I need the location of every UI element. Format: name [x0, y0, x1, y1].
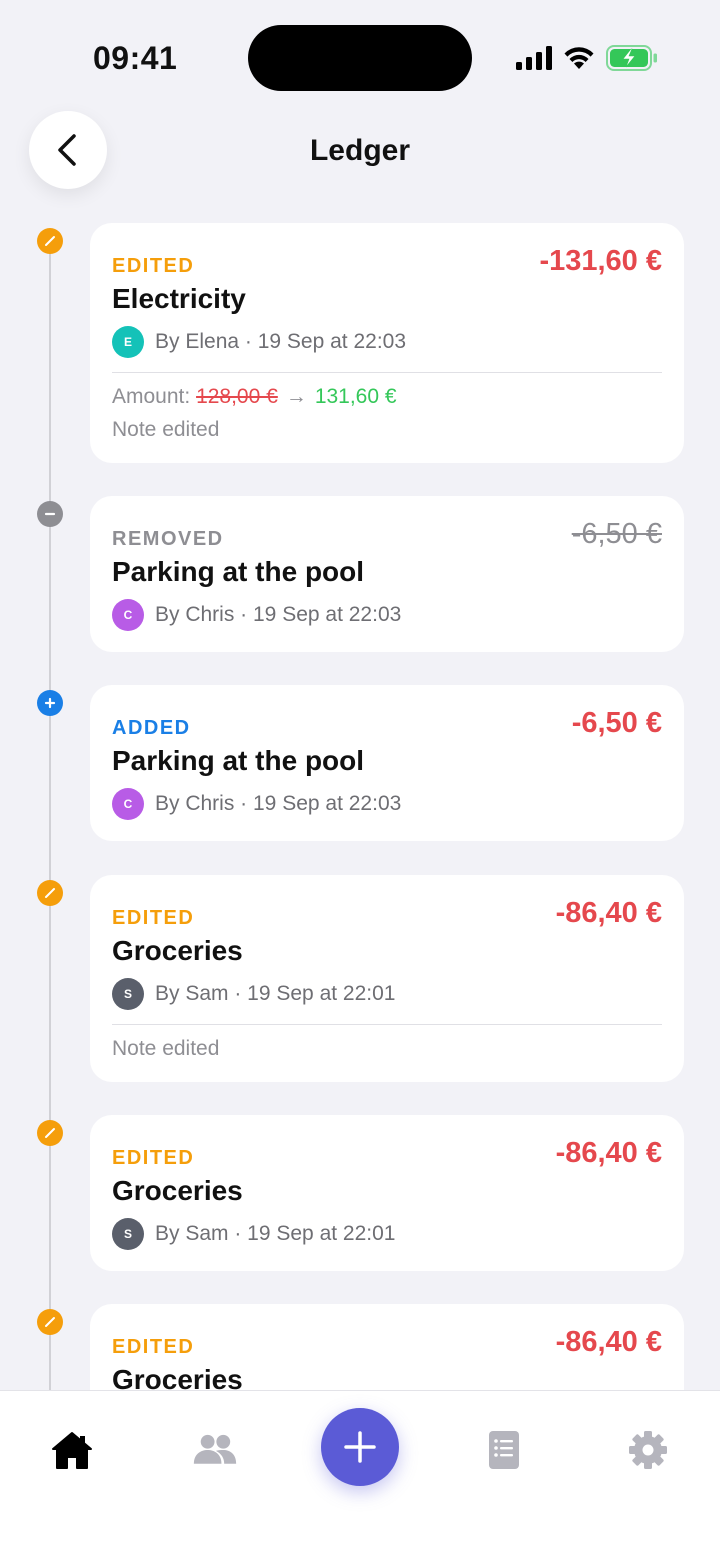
ledger-card[interactable]: EDITED -131,60 € Electricity E By Elena … — [90, 223, 684, 463]
entry-name: Groceries — [112, 1364, 243, 1390]
people-icon — [193, 1434, 237, 1464]
tab-settings[interactable] — [625, 1427, 671, 1473]
entry-name: Parking at the pool — [112, 556, 365, 587]
entry-meta: S By Sam · 19 Sep at 22:01 — [112, 978, 395, 1010]
tab-list[interactable] — [481, 1427, 527, 1473]
entry-name: Groceries — [112, 1175, 243, 1206]
list-icon — [489, 1431, 519, 1469]
entry-amount: -6,50 € — [571, 707, 662, 739]
ledger-card[interactable]: ADDED -6,50 € Parking at the pool C By C… — [90, 685, 684, 841]
entry-amount: -131,60 € — [539, 245, 662, 277]
entry-author: By Chris · 19 Sep at 22:03 — [155, 603, 402, 626]
status-tag: EDITED — [112, 907, 195, 929]
entry-name: Parking at the pool — [112, 745, 365, 776]
ledger-card[interactable]: EDITED -86,40 € Groceries S By Sam · 19 … — [90, 875, 684, 1082]
status-tag: EDITED — [112, 1147, 195, 1169]
entry-author: By Chris · 19 Sep at 22:03 — [155, 792, 402, 815]
avatar: C — [112, 599, 144, 631]
entry-author: By Elena · 19 Sep at 22:03 — [155, 330, 407, 353]
avatar: S — [112, 978, 144, 1010]
entry-amount: -6,50 € — [571, 518, 662, 550]
tab-people[interactable] — [192, 1427, 238, 1473]
entry-amount: -86,40 € — [555, 1137, 662, 1169]
added-marker-icon — [37, 690, 63, 716]
ledger-card[interactable]: EDITED -86,40 € Groceries S By Sam · 19 … — [90, 1115, 684, 1271]
arrow-icon: → — [285, 385, 307, 408]
note-change: Note edited — [112, 1037, 220, 1060]
removed-marker-icon — [37, 501, 63, 527]
entry-name: Electricity — [112, 283, 246, 314]
avatar: E — [112, 326, 144, 358]
entry-author: By Sam · 19 Sep at 22:01 — [155, 982, 396, 1005]
avatar: C — [112, 788, 144, 820]
add-button[interactable] — [321, 1408, 399, 1486]
edited-marker-icon — [37, 228, 63, 254]
home-icon — [52, 1432, 92, 1469]
entry-meta: S By Sam · 19 Sep at 22:01 — [112, 1218, 395, 1250]
edited-marker-icon — [37, 1309, 63, 1335]
edited-marker-icon — [37, 880, 63, 906]
edited-marker-icon — [37, 1120, 63, 1146]
note-change: Note edited — [112, 418, 220, 441]
status-tag: EDITED — [112, 255, 195, 277]
status-tag: ADDED — [112, 717, 191, 739]
ledger-card[interactable]: REMOVED -6,50 € Parking at the pool C By… — [90, 496, 684, 652]
gear-icon — [629, 1431, 667, 1469]
ledger-list: EDITED -131,60 € Electricity E By Elena … — [0, 0, 720, 1390]
divider — [112, 1024, 662, 1025]
avatar: S — [112, 1218, 144, 1250]
new-amount: 131,60 € — [314, 385, 397, 408]
entry-amount: -86,40 € — [555, 897, 662, 929]
status-tag: EDITED — [112, 1336, 195, 1358]
entry-meta: C By Chris · 19 Sep at 22:03 — [112, 599, 401, 631]
old-amount: 128,00 € — [196, 385, 278, 408]
entry-name: Groceries — [112, 935, 243, 966]
amount-label: Amount: — [112, 385, 191, 408]
divider — [112, 372, 662, 373]
entry-meta: E By Elena · 19 Sep at 22:03 — [112, 326, 406, 358]
amount-change: Amount: 128,00 € → 131,60 € — [112, 385, 397, 409]
ledger-card[interactable]: EDITED -86,40 € Groceries — [90, 1304, 684, 1390]
entry-author: By Sam · 19 Sep at 22:01 — [155, 1222, 396, 1245]
entry-amount: -86,40 € — [555, 1326, 662, 1358]
tab-bar — [0, 1390, 720, 1565]
status-tag: REMOVED — [112, 528, 224, 550]
entry-meta: C By Chris · 19 Sep at 22:03 — [112, 788, 401, 820]
tab-home[interactable] — [49, 1427, 95, 1473]
add-icon — [344, 1431, 376, 1463]
